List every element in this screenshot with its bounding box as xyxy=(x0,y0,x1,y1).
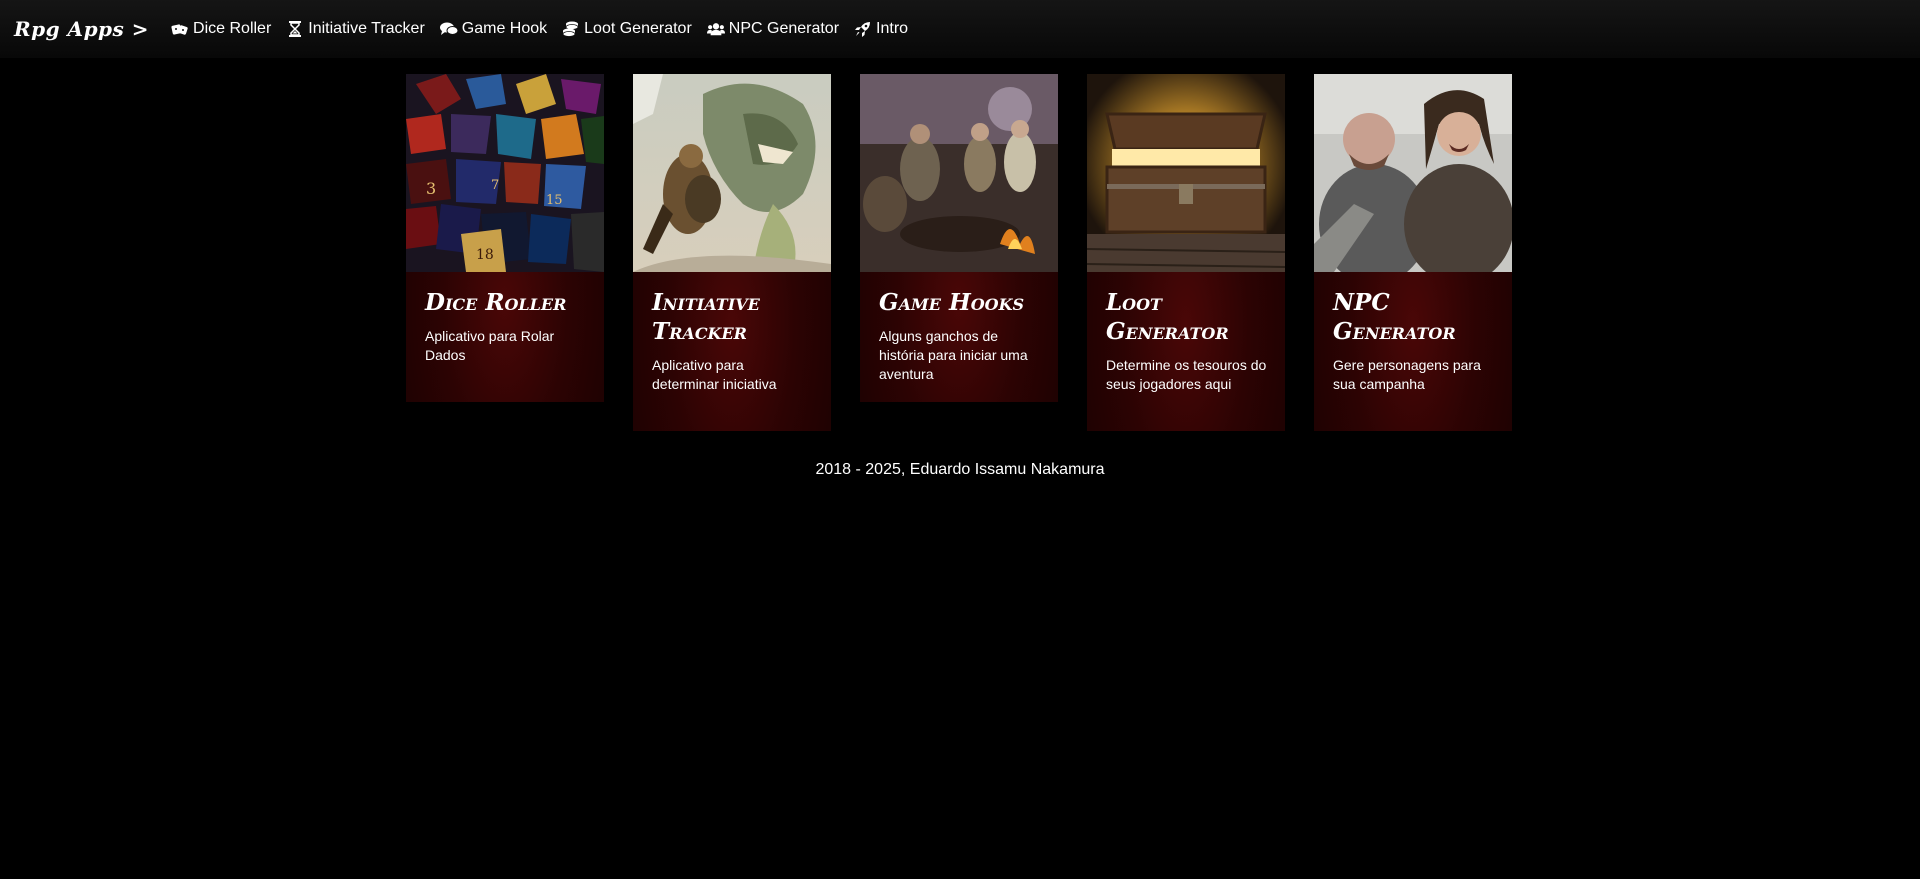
svg-text:18: 18 xyxy=(476,247,494,263)
nav-item-npc-generator[interactable]: NPC Generator xyxy=(706,20,840,38)
comments-icon xyxy=(439,21,458,37)
nav-item-initiative-tracker[interactable]: Initiative Tracker xyxy=(286,20,425,38)
top-navbar: Rpg Apps > Dice Roller Initiative Tracke… xyxy=(0,0,1920,58)
card-description: Alguns ganchos de história para iniciar … xyxy=(879,328,1028,382)
svg-text:15: 15 xyxy=(546,193,563,208)
card-body: Game Hooks Alguns ganchos de história pa… xyxy=(860,272,1058,384)
card-initiative-tracker[interactable]: Initiative Tracker Aplicativo para deter… xyxy=(633,74,831,431)
treasure-chest-image xyxy=(1087,74,1285,272)
card-loot-generator[interactable]: Loot Generator Determine os tesouros do … xyxy=(1087,74,1285,431)
nav-item-label: Dice Roller xyxy=(193,20,272,37)
footer: 2018 - 2025, Eduardo Issamu Nakamura xyxy=(0,461,1920,479)
card-description: Aplicativo para Rolar Dados xyxy=(425,328,555,363)
card-body: NPC Generator Gere personagens para sua … xyxy=(1314,272,1512,394)
nav-menu: Dice Roller Initiative Tracker Game Hook… xyxy=(171,20,923,38)
nav-item-label: Loot Generator xyxy=(584,20,692,37)
brand-link[interactable]: Rpg Apps > xyxy=(14,17,149,41)
copyright-text: 2018 - 2025, Eduardo Issamu Nakamura xyxy=(815,461,1105,478)
nav-item-intro[interactable]: Intro xyxy=(854,20,908,38)
card-title: Game Hooks xyxy=(879,289,1025,316)
vikings-image xyxy=(1314,74,1512,272)
card-title: NPC Generator xyxy=(1333,289,1456,345)
users-icon xyxy=(706,21,725,37)
rocket-icon xyxy=(854,21,872,37)
hourglass-icon xyxy=(286,21,304,37)
svg-text:3: 3 xyxy=(426,179,436,198)
app-cards: 3 7 18 15 Dice Roller Aplicativo para Ro… xyxy=(406,74,1512,431)
card-description: Gere personagens para sua campanha xyxy=(1333,357,1481,392)
nav-item-game-hook[interactable]: Game Hook xyxy=(439,20,548,38)
nav-item-loot-generator[interactable]: Loot Generator xyxy=(562,20,692,38)
tavern-gathering-image xyxy=(860,74,1058,272)
card-dice-roller[interactable]: 3 7 18 15 Dice Roller Aplicativo para Ro… xyxy=(406,74,604,402)
card-description: Determine os tesouros do seus jogadores … xyxy=(1106,357,1267,392)
card-body: Loot Generator Determine os tesouros do … xyxy=(1087,272,1285,394)
card-description: Aplicativo para determinar iniciativa xyxy=(652,357,777,392)
dice-pile-image: 3 7 18 15 xyxy=(406,74,604,272)
card-title: Dice Roller xyxy=(425,289,567,316)
card-title: Loot Generator xyxy=(1106,289,1229,345)
nav-item-label: Game Hook xyxy=(461,20,548,37)
card-title: Initiative Tracker xyxy=(652,289,760,345)
warrior-vs-dragon-image xyxy=(633,74,831,272)
nav-item-dice-roller[interactable]: Dice Roller xyxy=(171,20,271,38)
card-game-hooks[interactable]: Game Hooks Alguns ganchos de história pa… xyxy=(860,74,1058,402)
card-body: Dice Roller Aplicativo para Rolar Dados xyxy=(406,272,604,365)
card-npc-generator[interactable]: NPC Generator Gere personagens para sua … xyxy=(1314,74,1512,431)
nav-item-label: Intro xyxy=(876,20,909,37)
svg-text:7: 7 xyxy=(491,178,499,193)
coins-icon xyxy=(562,21,580,37)
dice-icon xyxy=(171,21,189,37)
nav-item-label: NPC Generator xyxy=(728,20,840,37)
card-body: Initiative Tracker Aplicativo para deter… xyxy=(633,272,831,394)
nav-item-label: Initiative Tracker xyxy=(308,20,425,37)
